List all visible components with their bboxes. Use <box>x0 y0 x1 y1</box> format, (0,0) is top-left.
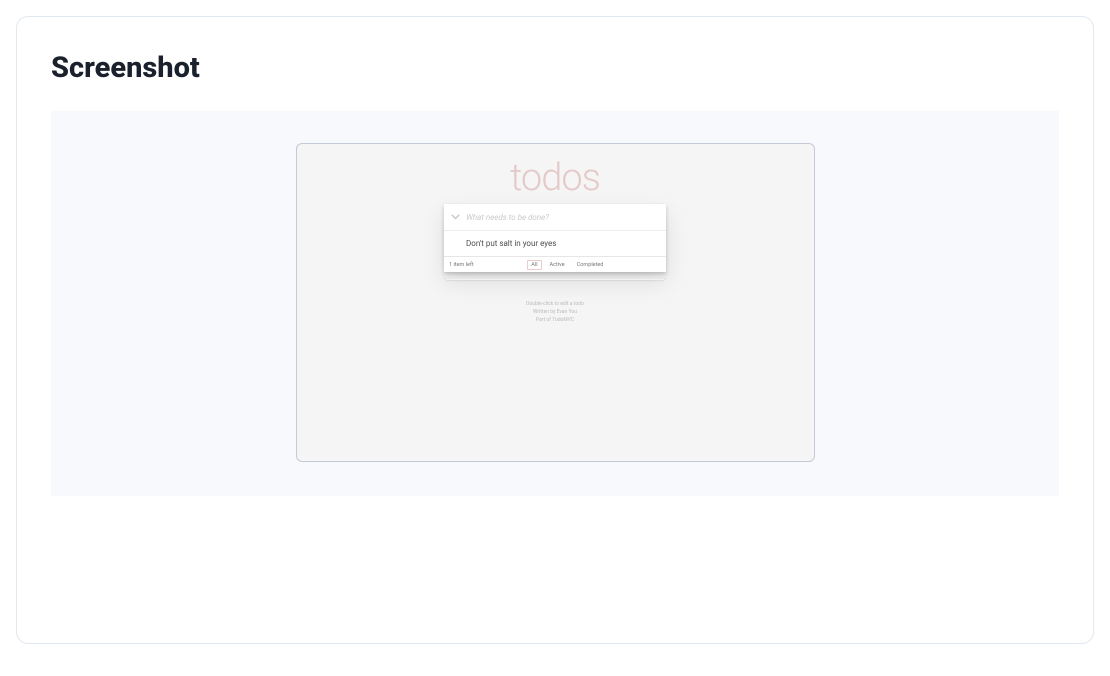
new-todo-input[interactable]: What needs to be done? <box>466 213 549 222</box>
app-title: todos <box>510 156 600 200</box>
info-line-1: Double-click to edit a todo <box>526 300 584 308</box>
screenshot-container: todos What needs to be done? Don't put s… <box>51 111 1059 496</box>
new-todo-row[interactable]: What needs to be done? <box>444 204 666 231</box>
filter-active[interactable]: Active <box>546 260 569 270</box>
todo-app-frame: todos What needs to be done? Don't put s… <box>296 143 815 462</box>
todo-card: What needs to be done? Don't put salt in… <box>444 204 666 272</box>
info-line-2: Written by Evan You <box>526 308 584 316</box>
filter-completed[interactable]: Completed <box>573 260 608 270</box>
page-heading: Screenshot <box>51 51 1059 85</box>
document-card: Screenshot todos What needs to be done? … <box>16 16 1094 644</box>
items-left-count: 1 item left <box>449 262 474 268</box>
toggle-all-icon[interactable] <box>444 214 466 220</box>
todo-footer: 1 item left All Active Completed <box>444 256 666 272</box>
todo-item-label: Don't put salt in your eyes <box>466 239 556 248</box>
app-info: Double-click to edit a todo Written by E… <box>526 300 584 324</box>
info-line-3: Part of TodoMVC <box>526 316 584 324</box>
todo-item[interactable]: Don't put salt in your eyes <box>444 231 666 256</box>
filter-list: All Active Completed <box>474 260 661 270</box>
filter-all[interactable]: All <box>527 260 541 270</box>
